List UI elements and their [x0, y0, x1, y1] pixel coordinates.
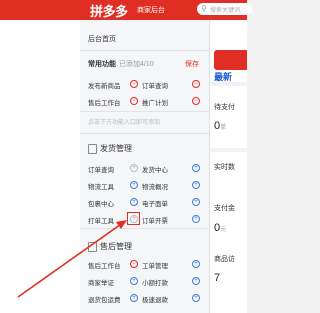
add-icon[interactable]: +	[130, 164, 138, 172]
nav-logistics-tools[interactable]: 物流工具	[88, 181, 114, 191]
nav-order-query[interactable]: 订单查询	[88, 164, 114, 174]
header-subtitle: 商家后台	[137, 7, 165, 14]
promo-banner[interactable]	[214, 50, 247, 70]
add-icon[interactable]: +	[130, 181, 138, 189]
nav-home-link[interactable]: 后台首页	[88, 34, 116, 44]
left-blank-area	[0, 20, 80, 313]
paid-amount-value: 0元	[214, 222, 227, 234]
goods-visit-label: 商品访	[214, 256, 235, 263]
nav-package-center[interactable]: 包裹中心	[88, 198, 114, 208]
add-icon[interactable]: +	[192, 164, 200, 172]
divider	[80, 133, 209, 134]
add-icon[interactable]: +	[192, 260, 200, 268]
brand-logo[interactable]: 拼多多	[90, 1, 128, 20]
goods-visit-value: 7	[214, 272, 221, 284]
divider	[80, 111, 209, 112]
nav-return-shipping[interactable]: 退货包运费	[88, 294, 121, 304]
nav-e-waybill[interactable]: 电子面单	[142, 198, 168, 208]
search-box[interactable]: ⚲ 搜索关键词	[197, 3, 252, 15]
document-icon	[88, 144, 97, 154]
aftersale-section-title: 售后管理	[100, 242, 132, 251]
remove-icon[interactable]: −	[192, 97, 200, 105]
add-hint: 点击下方功能入口即可添加	[88, 120, 161, 126]
remove-icon[interactable]: −	[130, 97, 138, 105]
pending-payment-value: 0单	[214, 120, 227, 132]
remove-icon[interactable]: −	[130, 80, 138, 88]
nav-fast-refund[interactable]: 极速退款	[142, 294, 168, 304]
quick-count: 已添加4/10	[119, 61, 154, 68]
nav-aftersale-workbench[interactable]: 售后工作台	[88, 260, 121, 270]
nav-logistics-overview[interactable]: 物流概况	[142, 181, 168, 191]
add-icon[interactable]: +	[192, 198, 200, 206]
shipping-section-title: 发货管理	[100, 144, 132, 153]
pending-payment-label: 待支付	[214, 104, 235, 111]
search-icon: ⚲	[201, 4, 207, 13]
nav-ticket-management[interactable]: 工单管理	[142, 260, 168, 270]
nav-small-payment[interactable]: 小额打款	[142, 277, 168, 287]
nav-panel: 后台首页 常用功能 已添加4/10 保存 发布新商品 − 订单查询 − 售后工作台…	[80, 20, 210, 313]
remove-icon[interactable]: −	[192, 80, 200, 88]
search-input[interactable]: 搜索关键词	[210, 5, 240, 14]
remove-icon[interactable]: −	[130, 260, 138, 268]
divider	[80, 228, 209, 229]
nav-merchant-evidence[interactable]: 商家举证	[88, 277, 114, 287]
add-icon[interactable]: +	[192, 215, 200, 223]
add-icon[interactable]: +	[130, 198, 138, 206]
nav-shipping-center[interactable]: 发货中心	[142, 164, 168, 174]
quick-item-publish[interactable]: 发布新商品	[88, 80, 121, 90]
realtime-label: 实时数	[214, 164, 235, 171]
top-header: 拼多多 商家后台 ⚲ 搜索关键词	[0, 0, 252, 20]
nav-order-invoice[interactable]: 订单开票	[142, 215, 168, 225]
add-icon[interactable]: +	[130, 277, 138, 285]
divider	[210, 82, 247, 86]
add-icon[interactable]: +	[192, 294, 200, 302]
divider	[210, 148, 247, 152]
save-button[interactable]: 保存	[185, 59, 199, 69]
quick-item-promotion[interactable]: 推广计划	[142, 97, 168, 107]
quick-item-aftersale[interactable]: 售后工作台	[88, 97, 121, 107]
add-icon[interactable]: +	[192, 277, 200, 285]
quick-item-order-query[interactable]: 订单查询	[142, 80, 168, 90]
quick-functions-title: 常用功能 已添加4/10	[88, 59, 154, 69]
paid-amount-label: 支付金	[214, 205, 235, 212]
divider	[80, 50, 209, 51]
add-icon[interactable]: +	[130, 294, 138, 302]
aftersale-icon	[88, 242, 97, 252]
quick-title-label: 常用功能	[88, 61, 116, 68]
nav-print-tool[interactable]: 打单工具	[88, 215, 114, 225]
highlight-box	[127, 212, 140, 225]
dashboard-content: 最新 待支付 0单 实时数 支付金 0元 商品访 7	[210, 20, 247, 313]
add-icon[interactable]: +	[192, 181, 200, 189]
